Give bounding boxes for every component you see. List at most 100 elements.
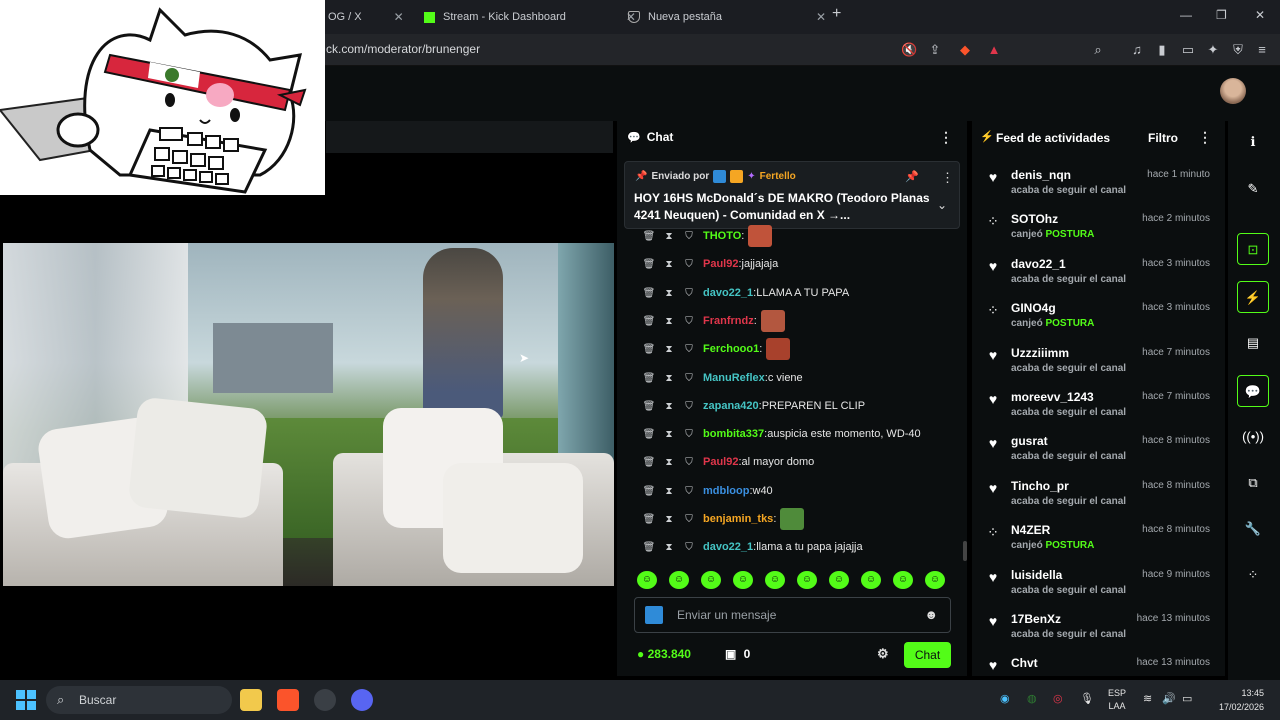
delete-message-icon[interactable]: 🗑	[639, 259, 659, 270]
chat-message[interactable]: 🗑 ⧗ ⛉ THOTO:	[639, 225, 773, 247]
video-player[interactable]: ➤	[3, 243, 614, 586]
input-language[interactable]: ESP LAA	[1108, 687, 1126, 713]
timeout-icon[interactable]: ⧗	[659, 316, 679, 327]
points-icon[interactable]: ⁘	[1237, 559, 1269, 591]
timeout-icon[interactable]: ⧗	[659, 429, 679, 440]
delete-message-icon[interactable]: 🗑	[639, 344, 659, 355]
media-icon[interactable]: ♫	[1129, 42, 1145, 58]
microphone-icon[interactable]: 🎙	[1080, 692, 1094, 705]
ban-shield-icon[interactable]: ⛉	[679, 401, 699, 412]
tab-kick-dashboard[interactable]: Stream - Kick Dashboard ✕	[424, 6, 636, 28]
activity-username[interactable]: moreevv_1243	[1011, 390, 1094, 404]
chat-message[interactable]: 🗑 ⧗ ⛉ davo22_1: LLAMA A TU PAPA	[639, 282, 850, 304]
emote-button[interactable]: ☺	[765, 571, 785, 589]
ban-shield-icon[interactable]: ⛉	[679, 231, 699, 242]
timeout-icon[interactable]: ⧗	[659, 542, 679, 553]
timeout-icon[interactable]: ⧗	[659, 457, 679, 468]
store-button[interactable]: ▣ 0	[725, 647, 750, 661]
timeout-icon[interactable]: ⧗	[659, 344, 679, 355]
wallet-icon[interactable]: ▭	[1180, 42, 1196, 58]
ban-shield-icon[interactable]: ⛉	[679, 373, 699, 384]
activity-item[interactable]: ♥ luisidella hace 9 minutos acaba de seguir…	[982, 563, 1212, 605]
chat-message[interactable]: 🗑 ⧗ ⛉ Ferchooo1:	[639, 338, 791, 360]
chat-username[interactable]: davo22_1	[703, 287, 753, 299]
activity-username[interactable]: SOTOhz	[1011, 212, 1058, 226]
brave-shields-icon[interactable]: ◆	[957, 42, 973, 58]
chat-scrollbar[interactable]	[963, 541, 967, 561]
ban-shield-icon[interactable]: ⛉	[679, 514, 699, 525]
ban-shield-icon[interactable]: ⛉	[679, 259, 699, 270]
ban-shield-icon[interactable]: ⛉	[679, 316, 699, 327]
volume-icon[interactable]: 🔊	[1162, 692, 1176, 705]
send-chat-button[interactable]: Chat	[904, 642, 951, 668]
obs-icon[interactable]	[314, 689, 336, 711]
activity-item[interactable]: ♥ moreevv_1243 hace 7 minutos acaba de segu…	[982, 385, 1212, 427]
emote-button[interactable]: ☺	[733, 571, 753, 589]
chat-username[interactable]: THOTO	[703, 230, 741, 242]
emote-button[interactable]: ☺	[925, 571, 945, 589]
tray-app-icon[interactable]: ◉	[1000, 692, 1010, 705]
filter-button[interactable]: Filtro	[1148, 131, 1178, 145]
ban-shield-icon[interactable]: ⛉	[679, 542, 699, 553]
wifi-icon[interactable]: ≋	[1143, 692, 1152, 705]
activity-item[interactable]: ⁘ GINO4g hace 3 minutos canjeó POSTURA	[982, 296, 1212, 338]
chat-username[interactable]: zapana420	[703, 400, 759, 412]
url-input[interactable]: ck.com/moderator/brunenger	[326, 42, 480, 56]
minimize-button[interactable]: —	[1180, 8, 1192, 22]
avatar[interactable]	[1220, 78, 1246, 104]
ban-shield-icon[interactable]: ⛉	[679, 344, 699, 355]
emote-button[interactable]: ☺	[637, 571, 657, 589]
emote-button[interactable]: ☺	[829, 571, 849, 589]
tray-app-icon[interactable]: ◎	[1053, 692, 1063, 705]
activity-username[interactable]: denis_nqn	[1011, 168, 1071, 182]
activity-item[interactable]: ♥ denis_nqn hace 1 minuto acaba de seguir e…	[982, 163, 1212, 205]
leo-ai-icon[interactable]: ✦	[1205, 42, 1221, 58]
share-icon[interactable]: ⇪	[927, 42, 943, 58]
emote-button[interactable]: ☺	[669, 571, 689, 589]
ban-shield-icon[interactable]: ⛉	[679, 429, 699, 440]
chat-options-icon[interactable]: ⋮	[939, 129, 953, 146]
tab-search-icon[interactable]: ⌕	[1090, 42, 1106, 58]
chat-message[interactable]: 🗑 ⧗ ⛉ davo22_1: llama a tu papa jajajja	[639, 536, 863, 558]
activity-username[interactable]: gusrat	[1011, 434, 1048, 448]
info-icon[interactable]: ℹ	[1237, 126, 1269, 158]
brave-rewards-icon[interactable]: ▲	[986, 42, 1002, 58]
timeout-icon[interactable]: ⧗	[659, 486, 679, 497]
activity-username[interactable]: 17BenXz	[1011, 612, 1061, 626]
tab-new[interactable]: Nueva pestaña ✕	[628, 6, 826, 28]
screen-capture-icon[interactable]: ⊡	[1237, 233, 1269, 265]
delete-message-icon[interactable]: 🗑	[639, 429, 659, 440]
emote-button[interactable]: ☺	[701, 571, 721, 589]
delete-message-icon[interactable]: 🗑	[639, 373, 659, 384]
activity-username[interactable]: Uzzziiimm	[1011, 346, 1069, 360]
close-icon[interactable]: ✕	[394, 10, 404, 24]
chat-username[interactable]: benjamin_tks	[703, 513, 773, 525]
unpin-icon[interactable]: 📌	[905, 170, 919, 183]
chat-username[interactable]: Franfrndz	[703, 315, 754, 327]
sidebar-icon[interactable]: ▮	[1154, 42, 1170, 58]
windows-start-icon[interactable]	[16, 690, 36, 710]
timeout-icon[interactable]: ⧗	[659, 373, 679, 384]
vpn-icon[interactable]: ⛨	[1230, 42, 1246, 58]
ban-shield-icon[interactable]: ⛉	[679, 288, 699, 299]
notes-icon[interactable]: ▤	[1237, 327, 1269, 359]
chat-message[interactable]: 🗑 ⧗ ⛉ benjamin_tks:	[639, 508, 805, 530]
activity-item[interactable]: ♥ Uzzziiimm hace 7 minutos acaba de seguir …	[982, 341, 1212, 383]
activity-item[interactable]: ⁘ SOTOhz hace 2 minutos canjeó POSTURA	[982, 207, 1212, 249]
activity-username[interactable]: N4ZER	[1011, 523, 1050, 537]
channel-points[interactable]: ● 283.840	[637, 647, 691, 661]
emote-picker-icon[interactable]: ☻	[924, 607, 938, 622]
pinned-message[interactable]: 📌 Enviado por ✦ Fertello 📌 ⋮ HOY 16HS Mc…	[624, 161, 960, 229]
emote-button[interactable]: ☺	[893, 571, 913, 589]
broadcast-icon[interactable]: ((•))	[1237, 421, 1269, 453]
activity-username[interactable]: Chvt	[1011, 656, 1038, 670]
layout-icon[interactable]: ⧉	[1237, 467, 1269, 499]
wrench-icon[interactable]: 🔧	[1237, 513, 1269, 545]
timeout-icon[interactable]: ⧗	[659, 288, 679, 299]
battery-icon[interactable]: ▭	[1182, 692, 1192, 705]
chat-message[interactable]: 🗑 ⧗ ⛉ Paul92: al mayor domo	[639, 451, 815, 473]
activity-username[interactable]: Tincho_pr	[1011, 479, 1069, 493]
new-tab-button[interactable]: +	[832, 5, 841, 23]
ban-shield-icon[interactable]: ⛉	[679, 457, 699, 468]
emote-button[interactable]: ☺	[797, 571, 817, 589]
